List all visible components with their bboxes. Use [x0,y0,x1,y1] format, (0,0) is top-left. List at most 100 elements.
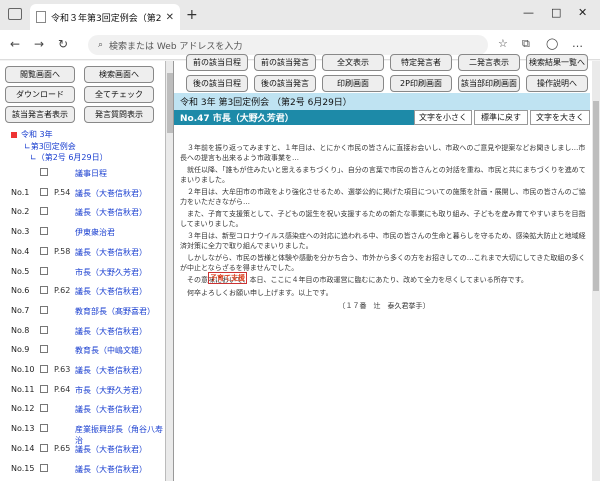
speech-row[interactable]: No.3 伊東衆治君 [0,222,165,242]
next-schedule-button[interactable]: 後の該当日程 [186,75,248,92]
left-scrollbar[interactable] [166,61,174,481]
browser-tab[interactable]: 令和３年第3回定例会（第2号 6月 ✕ [30,4,180,30]
speech-paragraph: 就任以降、「誰もが住みたいと思えるまちづくり」、自分の言葉で市民の皆さんとの対話… [180,166,586,184]
row-speaker-link[interactable]: 市長（大野久芳君） [75,267,147,278]
collections-icon[interactable]: ⧉ [522,37,530,51]
print-section-button[interactable]: 該当部印刷画面 [458,75,520,92]
speech-row[interactable]: No.8 議長（大巻信秋君） [0,321,165,341]
speech-row[interactable]: No.13 産業振興部長（角谷八寿治 [0,419,165,445]
row-checkbox[interactable] [40,168,48,176]
download-button[interactable]: ダウンロード [5,86,75,103]
refresh-icon[interactable]: ↻ [58,37,68,51]
row-speaker-link[interactable]: 伊東衆治君 [75,227,115,238]
more-icon[interactable]: … [572,37,583,50]
profile-icon[interactable]: ◯ [546,37,558,50]
forward-icon[interactable]: → [34,37,44,51]
row-checkbox[interactable] [40,187,48,196]
tree-branch-icon: ∟ [24,142,31,151]
row-speaker-link[interactable]: 議長（大巻信秋君） [75,326,147,337]
speech-row[interactable]: No.10 P.63 議長（大巻信秋君） [0,360,165,380]
row-checkbox[interactable] [40,305,48,314]
row-speaker-link[interactable]: 教育長（中嶋文雄） [75,345,147,356]
row-speaker-link[interactable]: 議長（大巻信秋君） [75,286,147,297]
row-checkbox[interactable] [40,404,48,413]
speech-paragraph: また、子育て支援策として、子どもの誕生を祝い支援するための新たな事業にも取り組み… [180,210,586,228]
speech-row[interactable]: No.1 P.54 議長（大巻信秋君） [0,183,165,203]
tree-issue[interactable]: ∟（第2号 6月29日） [30,152,108,163]
speech-row[interactable]: 議事日程 [0,163,165,183]
row-checkbox[interactable] [40,286,48,295]
row-checkbox[interactable] [40,246,48,255]
two-speech-button[interactable]: 二発言表示 [458,54,520,71]
speech-row[interactable]: No.4 P.58 議長（大巻信秋君） [0,242,165,262]
row-speaker-link[interactable]: 議長（大巻信秋君） [75,444,147,455]
speech-row[interactable]: No.6 P.62 議長（大巻信秋君） [0,281,165,301]
row-speaker-link[interactable]: 議長（大巻信秋君） [75,404,147,415]
speech-row[interactable]: No.2 議長（大巻信秋君） [0,202,165,222]
tab-close-icon[interactable]: ✕ [166,12,174,23]
font-smaller-button[interactable]: 文字を小さく [414,110,472,125]
font-larger-button[interactable]: 文字を大きく [530,110,590,125]
new-tab-button[interactable]: + [186,7,198,23]
tree-session[interactable]: ∟第3回定例会 [24,141,76,152]
help-button[interactable]: 操作説明へ [526,75,588,92]
row-checkbox[interactable] [40,325,48,334]
row-speaker-link[interactable]: 議長（大巻信秋君） [75,247,147,258]
row-checkbox[interactable] [40,384,48,393]
row-checkbox[interactable] [40,266,48,275]
tree-issue-label: （第2号 6月29日） [36,153,108,162]
speech-row[interactable]: No.11 P.64 市長（大野久芳君） [0,380,165,400]
row-speaker-link[interactable]: 議長（大巻信秋君） [75,464,147,475]
speech-row[interactable]: No.5 市長（大野久芳君） [0,262,165,282]
row-checkbox[interactable] [40,463,48,472]
full-text-button[interactable]: 全文表示 [322,54,384,71]
row-checkbox[interactable] [40,345,48,354]
back-icon[interactable]: ← [10,37,20,51]
search-results-button[interactable]: 検索結果一覧へ [526,54,588,71]
speech-paragraph: 何卒よろしくお願い申し上げます。以上です。 [180,288,333,297]
row-checkbox[interactable] [40,424,48,433]
tab-actions-icon[interactable] [8,8,22,20]
specific-speaker-button[interactable]: 特定発言者 [390,54,452,71]
search-screen-button[interactable]: 検索画面へ [84,66,154,83]
row-checkbox[interactable] [40,443,48,452]
tree-year[interactable]: 令和 3年 [11,129,53,140]
row-checkbox[interactable] [40,227,48,236]
address-placeholder: 検索または Web アドレスを入力 [109,41,243,52]
favorite-icon[interactable]: ☆ [498,37,508,50]
speech-row[interactable]: No.15 議長（大巻信秋君） [0,459,165,479]
search-icon: ⌕ [98,40,104,50]
speech-row[interactable]: No.7 教育部長（髙野喜君） [0,301,165,321]
row-speaker-link[interactable]: 市長（大野久芳君） [75,385,147,396]
browse-screen-button[interactable]: 閲覧画面へ [5,66,75,83]
folder-icon [11,131,17,138]
minimize-button[interactable]: — [523,6,534,19]
close-window-button[interactable]: ✕ [578,6,587,19]
prev-schedule-button[interactable]: 前の該当日程 [186,54,248,71]
print-screen-button[interactable]: 印刷画面 [322,75,384,92]
row-speaker-link[interactable]: 教育部長（髙野喜君） [75,306,155,317]
row-speaker-link[interactable]: 議長（大巻信秋君） [75,207,147,218]
row-checkbox[interactable] [40,207,48,216]
right-scrollbar[interactable] [592,61,600,481]
speech-row[interactable]: No.9 教育長（中嶋文雄） [0,340,165,360]
left-scroll-thumb[interactable] [167,73,173,133]
prev-speech-button[interactable]: 前の該当発言 [254,54,316,71]
font-standard-button[interactable]: 標準に戻す [474,110,528,125]
row-number: No.9 [11,345,30,355]
next-speech-button[interactable]: 後の該当発言 [254,75,316,92]
check-all-button[interactable]: 全てチェック [84,86,154,103]
show-speakers-button[interactable]: 該当発言者表示 [5,106,75,123]
print-2p-button[interactable]: 2P印刷画面 [390,75,452,92]
row-number: No.4 [11,246,30,256]
maximize-button[interactable]: □ [551,6,561,19]
row-speaker-link[interactable]: 議長（大巻信秋君） [75,188,147,199]
speech-row[interactable]: No.14 P.65 議長（大巻信秋君） [0,439,165,459]
row-checkbox[interactable] [40,365,48,373]
right-scroll-thumb[interactable] [593,101,599,291]
speech-row[interactable]: No.12 議長（大巻信秋君） [0,399,165,419]
row-speaker-link[interactable]: 議事日程 [75,168,107,179]
address-bar[interactable]: ⌕ 検索または Web アドレスを入力 [88,35,488,55]
row-speaker-link[interactable]: 議長（大巻信秋君） [75,365,147,376]
speech-question-button[interactable]: 発言質問表示 [84,106,154,123]
